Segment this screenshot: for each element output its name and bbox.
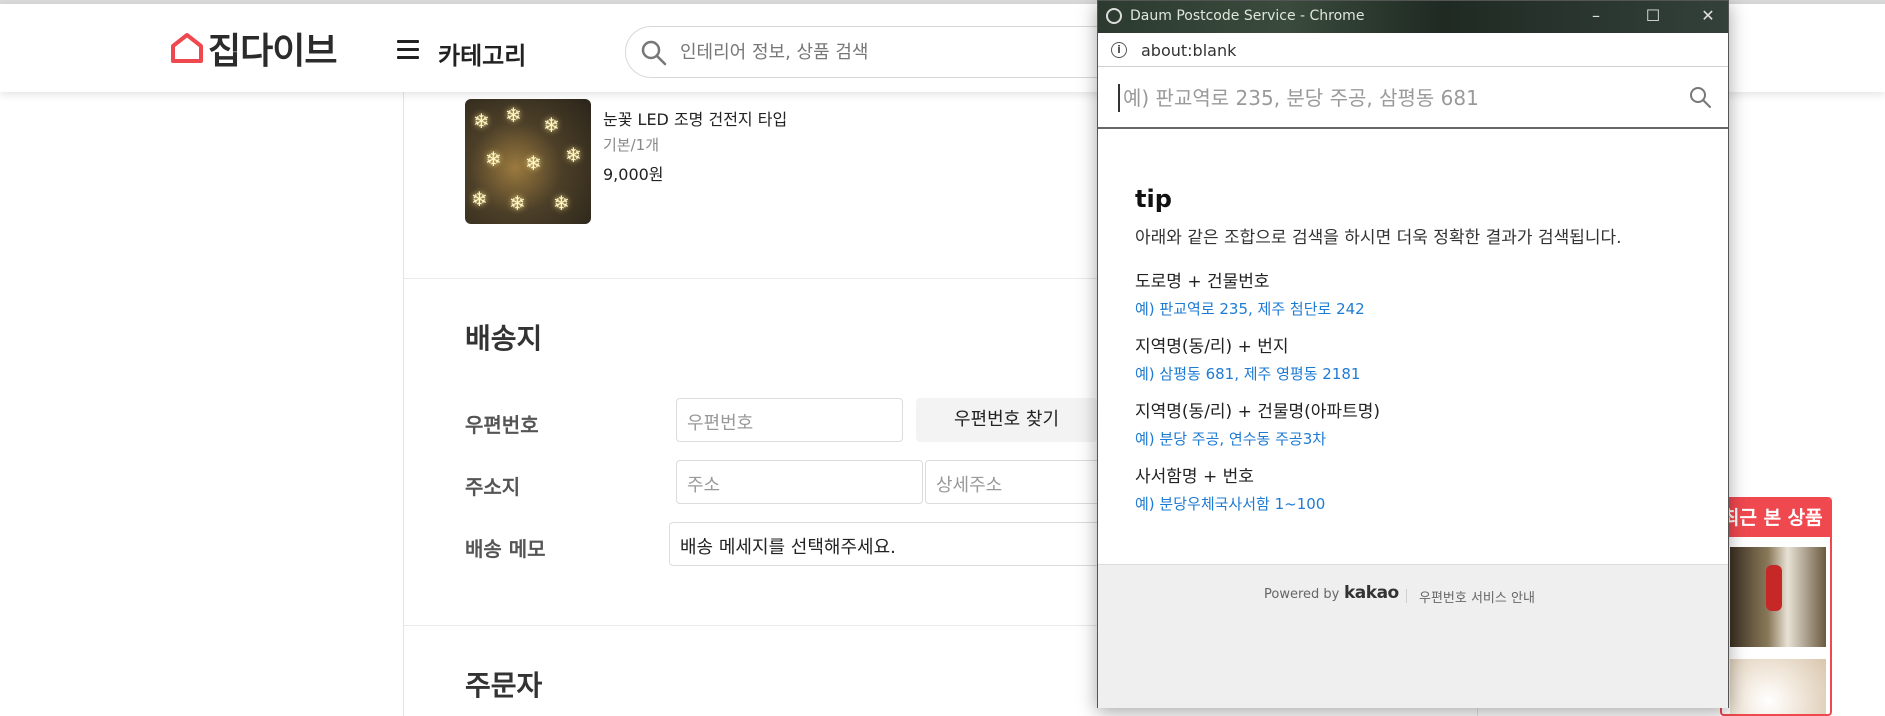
product-option: 기본/1개 <box>603 136 659 154</box>
popup-titlebar[interactable]: Daum Postcode Service - Chrome – ☐ ✕ <box>1098 1 1728 33</box>
tip-item-example: 예) 분당우체국사서함 1~100 <box>1135 495 1326 513</box>
text-caret <box>1118 84 1120 112</box>
popup-url: about:blank <box>1141 41 1237 60</box>
address-label: 주소지 <box>465 475 521 499</box>
tip-item-title: 지역명(동/리) + 번지 <box>1135 337 1289 357</box>
site-search[interactable] <box>625 26 1145 78</box>
search-icon <box>641 40 667 66</box>
recent-products-panel: 최근 본 상품 <box>1720 497 1832 716</box>
tip-item-example: 예) 판교역로 235, 제주 첨단로 242 <box>1135 300 1365 318</box>
tip-title: tip <box>1135 185 1172 213</box>
product-thumbnail: ❄ ❄ ❄ ❄ ❄ ❄ ❄ ❄ ❄ <box>465 99 591 224</box>
recent-products-title: 최근 본 상품 <box>1722 499 1830 537</box>
postcode-guide-link[interactable]: 우편번호 서비스 안내 <box>1419 587 1535 606</box>
menu-icon[interactable] <box>397 40 419 60</box>
memo-label: 배송 메모 <box>465 537 546 561</box>
postcode-footer: Powered by kakao 우편번호 서비스 안내 <box>1098 564 1728 708</box>
kakao-logo[interactable]: kakao <box>1344 583 1399 603</box>
tip-item-title: 도로명 + 건물번호 <box>1135 272 1270 292</box>
recent-product-thumbnail[interactable] <box>1730 659 1826 714</box>
tip-item-title: 지역명(동/리) + 건물명(아파트명) <box>1135 402 1380 422</box>
tip-description: 아래와 같은 조합으로 검색을 하시면 더욱 정확한 결과가 검색됩니다. <box>1135 228 1622 248</box>
postcode-search[interactable] <box>1098 67 1728 129</box>
postal-label: 우편번호 <box>465 413 539 437</box>
shipping-section-title: 배송지 <box>465 322 543 355</box>
memo-select[interactable]: 배송 메세지를 선택해주세요. <box>669 522 1105 566</box>
popup-window-title: Daum Postcode Service - Chrome <box>1130 8 1365 24</box>
detail-address-input[interactable]: 상세주소 <box>925 460 1105 504</box>
recent-product-thumbnail[interactable] <box>1730 547 1826 647</box>
orderer-section-title: 주문자 <box>465 669 543 702</box>
minimize-icon[interactable]: – <box>1584 5 1608 27</box>
category-menu[interactable]: 카테고리 <box>438 36 526 71</box>
postal-input[interactable]: 우편번호 <box>676 398 903 442</box>
close-icon[interactable]: ✕ <box>1696 5 1720 27</box>
tip-item-example: 예) 분당 주공, 연수동 주공3차 <box>1135 430 1327 448</box>
logo-text: 집다이브 <box>208 31 337 72</box>
product-price: 9,000원 <box>603 165 664 184</box>
globe-icon <box>1106 8 1122 24</box>
site-search-input[interactable] <box>680 37 1120 67</box>
address-input[interactable]: 주소 <box>676 460 923 504</box>
info-icon[interactable]: i <box>1111 42 1127 58</box>
postcode-popup-window: Daum Postcode Service - Chrome – ☐ ✕ i a… <box>1097 0 1729 708</box>
maximize-icon[interactable]: ☐ <box>1641 5 1665 27</box>
house-logo-icon <box>171 33 203 63</box>
popup-address-bar: i about:blank <box>1098 33 1728 67</box>
product-name: 눈꽃 LED 조명 건전지 타입 <box>603 110 788 129</box>
postcode-search-input[interactable] <box>1123 81 1663 115</box>
tip-item-example: 예) 삼평동 681, 제주 영평동 2181 <box>1135 365 1361 383</box>
powered-by-label: Powered by <box>1264 587 1340 602</box>
tip-item-title: 사서함명 + 번호 <box>1135 467 1254 487</box>
search-icon[interactable] <box>1688 85 1712 109</box>
find-postal-button[interactable]: 우편번호 찾기 <box>916 398 1097 442</box>
site-logo[interactable]: 집다이브 <box>170 22 337 74</box>
footer-separator <box>1406 589 1407 603</box>
